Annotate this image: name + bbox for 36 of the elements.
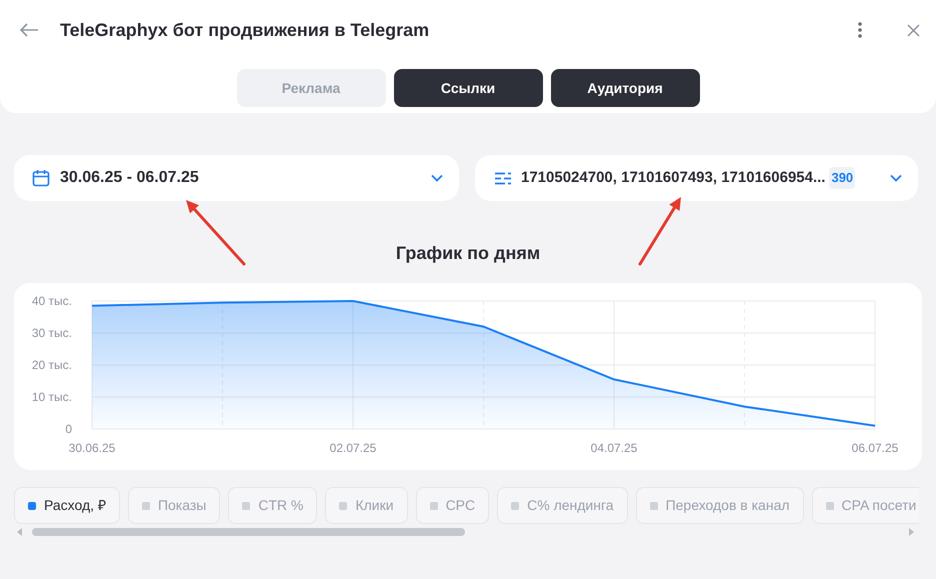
scrollbar-thumb[interactable] — [32, 528, 465, 536]
chart-title: График по дням — [394, 242, 542, 265]
metric-chip[interactable]: CPA посети — [812, 487, 919, 524]
metric-chip[interactable]: Клики — [325, 487, 408, 524]
chevron-down-icon — [890, 174, 902, 182]
metric-chip[interactable]: C% лендинга — [497, 487, 628, 524]
tab[interactable]: Реклама — [236, 69, 386, 107]
back-arrow-icon[interactable] — [19, 22, 39, 38]
metric-chip[interactable]: Расход, ₽ — [14, 487, 120, 524]
metric-chip[interactable]: CPC — [416, 487, 490, 524]
list-icon — [495, 172, 511, 184]
more-menu-icon[interactable] — [858, 22, 862, 38]
metric-chip[interactable]: Показы — [128, 487, 220, 524]
ids-value: 17105024700, 17101607493, 17101606954... — [521, 168, 826, 188]
x-axis-label: 02.07.25 — [330, 441, 376, 455]
date-range-select[interactable]: 30.06.25 - 06.07.25 — [14, 155, 459, 201]
y-axis-label: 10 тыс. — [32, 390, 72, 404]
tab[interactable]: Ссылки — [394, 69, 542, 107]
y-axis-label: 40 тыс. — [32, 294, 72, 308]
ids-select[interactable]: 17105024700, 17101607493, 17101606954... 390 — [475, 155, 918, 201]
pointer-arrow — [184, 198, 246, 266]
y-axis-label: 20 тыс. — [32, 358, 72, 372]
x-axis-label: 06.07.25 — [852, 441, 898, 455]
window-title: TeleGraphyx бот продвижения в Telegram — [60, 18, 430, 42]
x-axis-label: 04.07.25 — [590, 441, 638, 455]
pointer-arrow — [638, 195, 683, 266]
metric-chip[interactable]: CTR % — [228, 487, 318, 524]
metric-chip[interactable]: Переходов в канал — [636, 487, 804, 524]
count-badge: 390 — [829, 167, 856, 189]
y-axis-label: 30 тыс. — [32, 326, 72, 340]
calendar-icon — [32, 169, 50, 187]
y-axis-label: 0 — [65, 422, 72, 436]
x-axis-label: 30.06.25 — [68, 441, 116, 455]
chevron-down-icon — [431, 174, 443, 182]
close-icon[interactable] — [907, 24, 920, 36]
tab[interactable]: Аудитория — [550, 69, 700, 107]
